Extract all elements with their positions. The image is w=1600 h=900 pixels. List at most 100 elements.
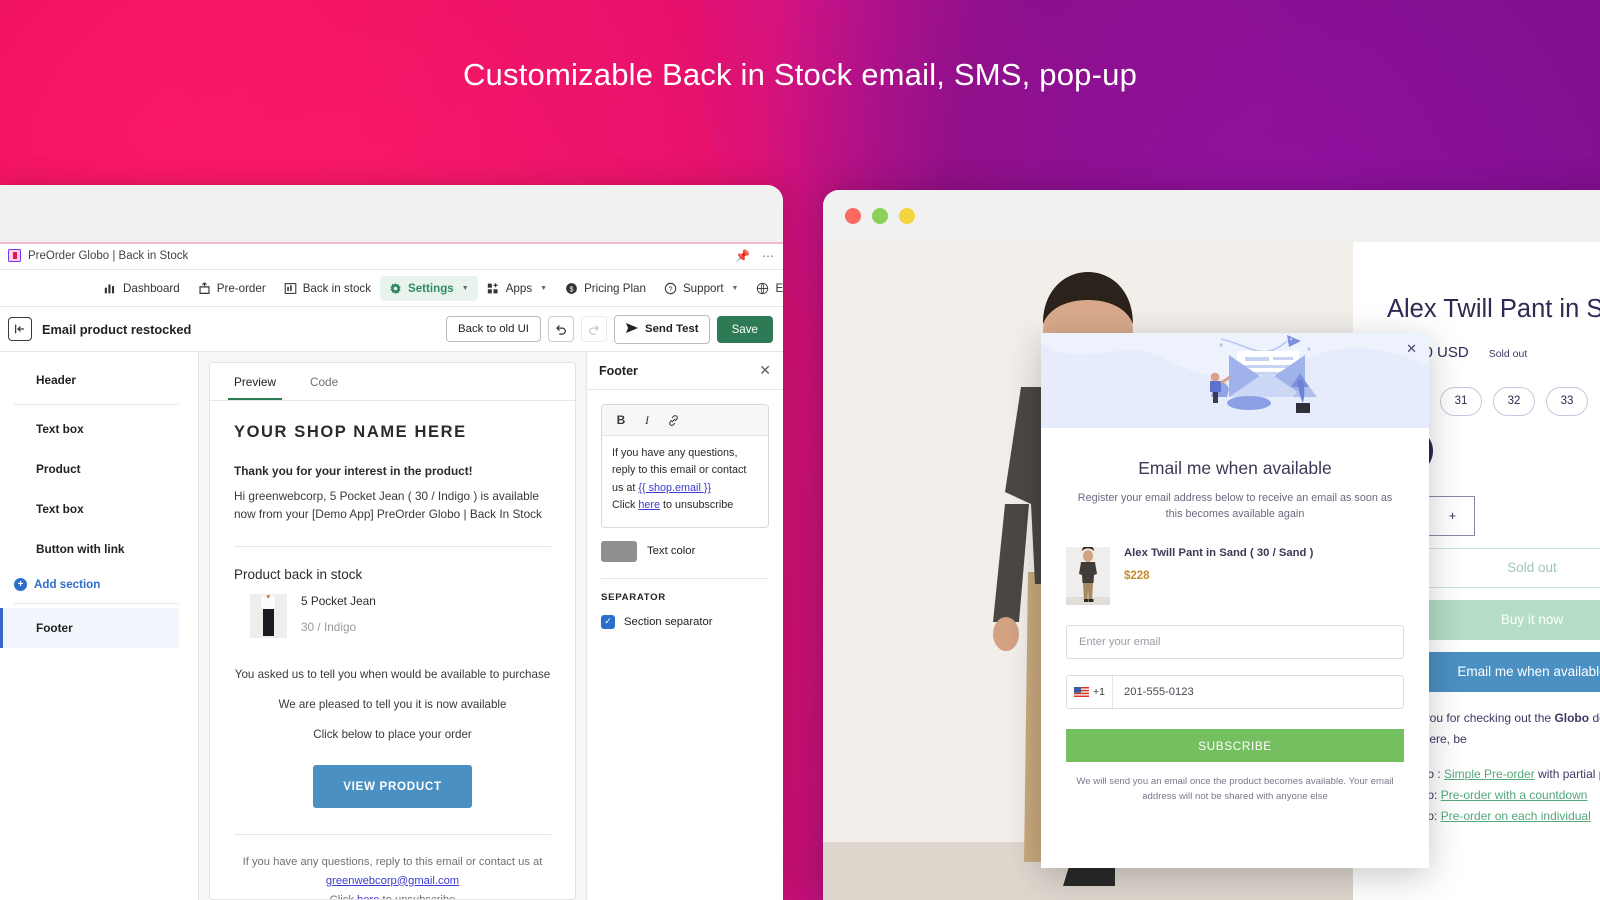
nav-item-dashboard[interactable]: Dashboard — [95, 276, 189, 301]
app-favicon-icon — [8, 249, 21, 262]
separator-group-label: SEPARATOR — [601, 591, 666, 603]
bold-button[interactable]: B — [608, 410, 634, 430]
nav-item-language[interactable]: English ▼ — [747, 276, 783, 301]
size-option-32[interactable]: 32 — [1493, 386, 1535, 416]
save-button[interactable]: Save — [716, 315, 773, 343]
modal-hero-illustration — [1041, 333, 1429, 428]
email-line-1: You asked us to tell you when would be a… — [234, 667, 551, 681]
collapse-panel-icon[interactable] — [8, 317, 32, 341]
window-zoom-dot[interactable] — [872, 208, 888, 224]
back-to-old-ui-button[interactable]: Back to old UI — [446, 316, 541, 342]
link-icon[interactable] — [660, 410, 686, 430]
section-item-button-with-link[interactable]: Button with link — [0, 529, 198, 569]
phone-input-group[interactable]: +1 201-555-0123 — [1066, 675, 1404, 710]
preview-tabs: Preview Code — [210, 363, 575, 401]
rte-unsubscribe-link[interactable]: here — [638, 499, 660, 511]
app-tab-strip: PreOrder Globo | Back in Stock 📌 ⋯ — [0, 242, 783, 270]
quantity-increase-button[interactable]: + — [1449, 509, 1456, 523]
browser-chrome — [823, 190, 1600, 242]
section-separator-label: Section separator — [624, 615, 713, 628]
text-color-swatch[interactable] — [601, 540, 637, 562]
rte-toolbar: B I — [602, 405, 768, 436]
svg-text:?: ? — [668, 284, 672, 293]
editor-subheader: Email product restocked Back to old UI S… — [0, 307, 783, 352]
nav-label: Support — [682, 281, 724, 295]
italic-button[interactable]: I — [634, 410, 660, 430]
section-item-text-box-2[interactable]: Text box — [0, 489, 198, 529]
nav-label: Settings — [408, 281, 454, 295]
app-chrome-bar — [0, 185, 783, 242]
email-view-product-button[interactable]: VIEW PRODUCT — [313, 764, 472, 808]
close-icon[interactable]: ✕ — [759, 362, 771, 379]
rte-shop-email-token[interactable]: {{ shop.email }} — [638, 482, 711, 494]
section-item-text-box-1[interactable]: Text box — [0, 409, 198, 449]
undo-icon[interactable] — [547, 316, 574, 342]
section-item-header[interactable]: Header — [0, 360, 198, 400]
tab-code[interactable]: Code — [304, 363, 344, 400]
settings-title: Footer — [599, 363, 638, 378]
nav-item-back-in-stock[interactable]: Back in stock — [275, 276, 380, 301]
nav-item-support[interactable]: ? Support ▼ — [655, 276, 748, 301]
promo-headline: Customizable Back in Stock email, SMS, p… — [462, 57, 1138, 92]
email-input[interactable]: Enter your email — [1066, 625, 1404, 660]
demo-link-simple-preorder[interactable]: Simple Pre-order — [1444, 767, 1535, 781]
nav-item-pre-order[interactable]: Pre-order — [189, 276, 275, 301]
nav-item-pricing-plan[interactable]: $ Pricing Plan — [556, 276, 655, 301]
rich-text-editor: B I If you have any questions, reply to … — [601, 404, 769, 528]
redo-icon[interactable] — [580, 316, 607, 342]
nav-label: Pricing Plan — [584, 281, 646, 295]
back-in-stock-modal: ✕ Email me when available Register your … — [1041, 333, 1429, 868]
sold-out-tag: Sold out — [1488, 347, 1528, 360]
settings-content: B I If you have any questions, reply to … — [587, 390, 783, 629]
preview-pane: Preview Code YOUR SHOP NAME HERE Thank y… — [199, 352, 586, 900]
subscribe-button[interactable]: SUBSCRIBE — [1066, 729, 1404, 763]
send-test-label: Send Test — [644, 323, 699, 335]
nav-item-settings[interactable]: Settings ▼ — [380, 275, 478, 301]
email-greeting: Hi greenwebcorp, 5 Pocket Jean ( 30 / In… — [234, 489, 542, 522]
country-selector[interactable]: +1 — [1067, 676, 1113, 709]
email-preview-body: YOUR SHOP NAME HERE Thank you for your i… — [210, 401, 575, 899]
size-option-31[interactable]: 31 — [1440, 386, 1482, 416]
checkbox-checked-icon[interactable]: ✓ — [601, 614, 615, 629]
modal-subtitle: Register your email address below to rec… — [1077, 492, 1393, 521]
email-shop-name: YOUR SHOP NAME HERE — [234, 423, 467, 441]
demo-link-countdown[interactable]: Pre-order with a countdown — [1441, 788, 1588, 802]
modal-title: Email me when available — [1138, 458, 1332, 478]
dollar-icon: $ — [565, 282, 578, 295]
chevron-down-icon: ▼ — [731, 284, 739, 292]
send-test-button[interactable]: Send Test — [613, 314, 710, 344]
section-separator-checkbox-row[interactable]: ✓ Section separator — [601, 614, 769, 629]
nav-label: Apps — [505, 281, 533, 295]
email-product-thumbnail — [250, 593, 287, 638]
rte-line2-prefix: Click — [612, 499, 639, 512]
plus-icon: + — [14, 577, 27, 591]
email-footer-text: If you have any questions, reply to this… — [242, 855, 543, 868]
close-icon[interactable]: ✕ — [1406, 341, 1417, 357]
window-minimize-dot[interactable] — [899, 208, 915, 224]
size-option-33[interactable]: 33 — [1546, 386, 1588, 416]
send-icon — [625, 322, 639, 337]
demo-suffix: with partial payment — [1538, 766, 1600, 781]
more-icon[interactable]: ⋯ — [762, 249, 775, 263]
text-color-row[interactable]: Text color — [601, 540, 769, 562]
window-close-dot[interactable] — [845, 208, 861, 224]
section-item-footer[interactable]: Footer — [0, 608, 179, 648]
phone-number-input[interactable]: 201-555-0123 — [1113, 676, 1194, 708]
nav-item-apps[interactable]: Apps ▼ — [478, 276, 556, 301]
demo-link-individual[interactable]: Pre-order on each individual — [1441, 809, 1591, 823]
email-footer: If you have any questions, reply to this… — [234, 833, 551, 899]
email-product-name: 5 Pocket Jean — [301, 593, 376, 608]
email-unsub-prefix: Click — [330, 894, 357, 899]
add-section-button[interactable]: + Add section — [0, 569, 198, 599]
text-color-label: Text color — [647, 545, 696, 558]
apps-grid-icon — [487, 282, 500, 295]
divider — [14, 603, 179, 604]
email-unsub-link[interactable]: here — [357, 894, 379, 899]
email-product-row: 5 Pocket Jean 30 / Indigo — [234, 593, 551, 638]
pin-icon[interactable]: 📌 — [735, 249, 750, 263]
nav-label: Dashboard — [123, 281, 180, 295]
section-item-product[interactable]: Product — [0, 449, 198, 489]
rte-content[interactable]: If you have any questions, reply to this… — [602, 436, 768, 527]
email-footer-email-link[interactable]: greenwebcorp@gmail.com — [326, 875, 459, 887]
tab-preview[interactable]: Preview — [228, 363, 282, 400]
